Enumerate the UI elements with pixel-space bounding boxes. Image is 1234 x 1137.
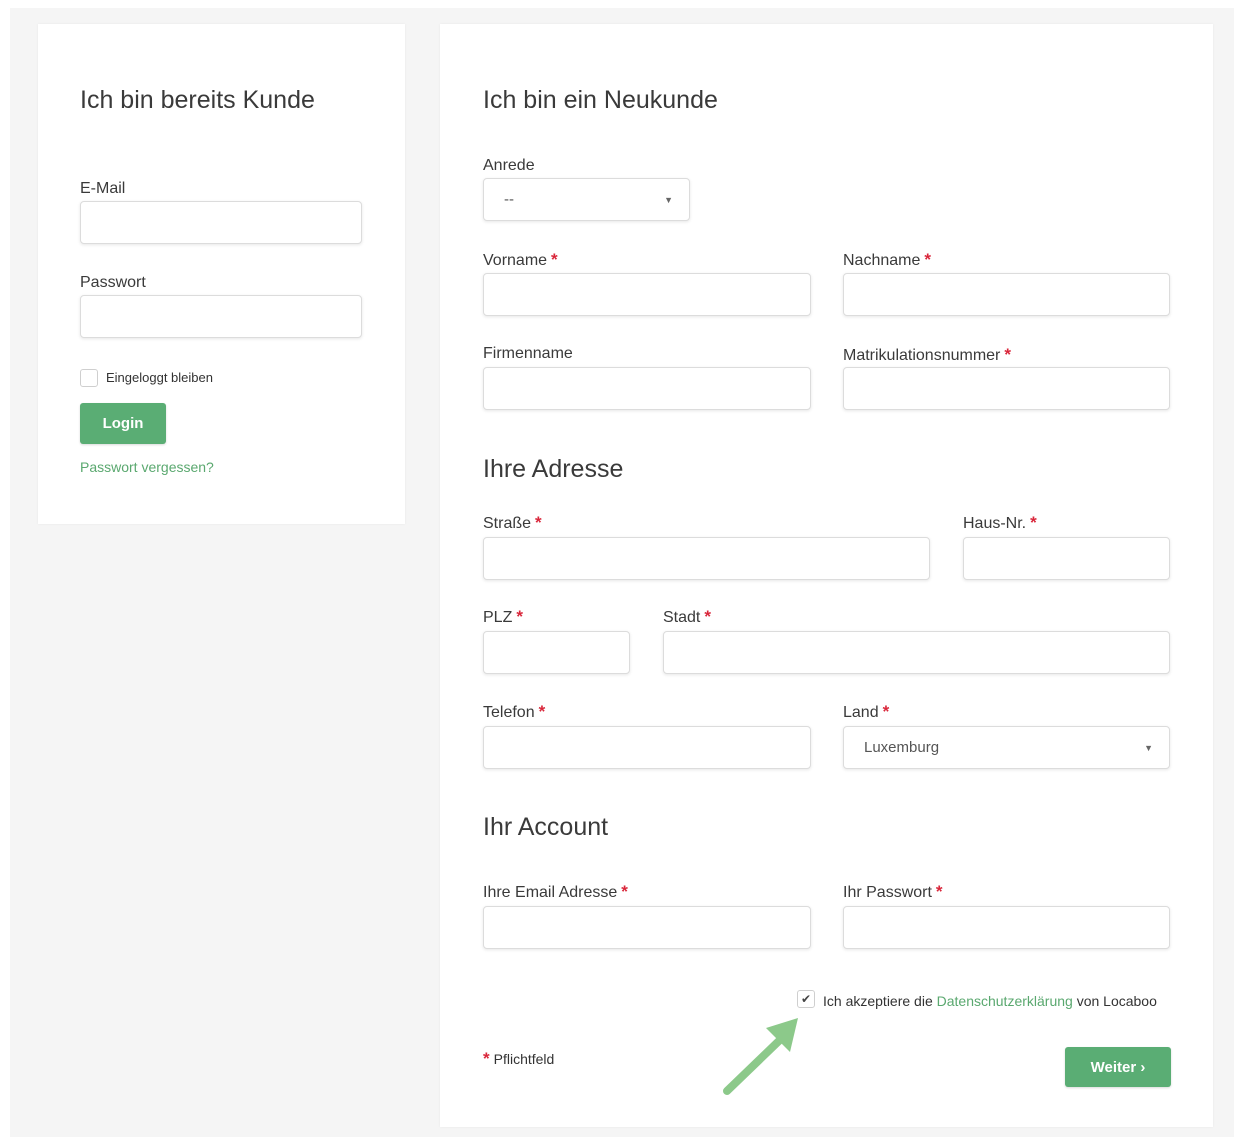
privacy-text: Ich akzeptiere die Datenschutzerklärung …: [823, 993, 1157, 1009]
land-value: Luxemburg: [864, 739, 940, 756]
account-password-input[interactable]: [843, 906, 1170, 949]
required-mark: *: [483, 1049, 490, 1068]
required-mark: *: [551, 250, 558, 269]
anrede-label: Anrede: [483, 157, 535, 174]
hausnr-label: Haus-Nr. *: [963, 513, 1037, 532]
nachname-label: Nachname *: [843, 250, 931, 269]
anrede-value: --: [504, 191, 514, 208]
login-password-input[interactable]: [80, 295, 362, 338]
checkmark-icon: ✔: [800, 992, 812, 1006]
login-email-input[interactable]: [80, 201, 362, 244]
caret-down-icon: ▼: [1144, 742, 1153, 753]
required-mark: *: [935, 882, 943, 901]
privacy-checkbox[interactable]: ✔: [797, 990, 815, 1008]
anrede-select[interactable]: -- ▼: [483, 178, 690, 221]
required-mark: *: [516, 607, 523, 626]
email-label: E-Mail: [80, 180, 126, 197]
required-mark: *: [535, 513, 542, 532]
matrikel-label: Matrikulationsnummer *: [843, 345, 1012, 364]
required-mark: *: [621, 882, 628, 901]
stadt-input[interactable]: [663, 631, 1170, 674]
password-label: Passwort: [80, 274, 146, 291]
nachname-input[interactable]: [843, 273, 1170, 316]
telefon-label: Telefon *: [483, 702, 546, 721]
required-note: * Pflichtfeld: [483, 1049, 555, 1068]
account-password-label: Ihr Passwort *: [843, 882, 943, 901]
privacy-policy-link[interactable]: Datenschutzerklärung: [937, 993, 1073, 1009]
account-email-input[interactable]: [483, 906, 811, 949]
arrow-icon: [723, 1018, 798, 1095]
required-mark: *: [924, 250, 931, 269]
required-mark: *: [882, 702, 890, 721]
caret-down-icon: ▼: [664, 194, 673, 205]
account-title: Ihr Account: [483, 813, 609, 841]
forgot-password-link[interactable]: Passwort vergessen?: [80, 459, 214, 475]
firmenname-input[interactable]: [483, 367, 811, 410]
remember-checkbox[interactable]: [80, 369, 98, 387]
plz-label: PLZ *: [483, 607, 523, 626]
weiter-button[interactable]: Weiter ›: [1065, 1047, 1171, 1087]
required-mark: *: [1030, 513, 1037, 532]
login-title: Ich bin bereits Kunde: [80, 86, 315, 114]
required-mark: *: [704, 607, 711, 626]
vorname-input[interactable]: [483, 273, 811, 316]
hausnr-input[interactable]: [963, 537, 1170, 580]
account-email-label: Ihre Email Adresse *: [483, 882, 628, 901]
address-title: Ihre Adresse: [483, 455, 624, 483]
required-mark: *: [1004, 345, 1012, 364]
matrikel-input[interactable]: [843, 367, 1170, 410]
land-label: Land *: [843, 702, 890, 721]
login-button[interactable]: Login: [80, 403, 166, 444]
land-select[interactable]: Luxemburg ▼: [843, 726, 1170, 769]
vorname-label: Vorname *: [483, 250, 558, 269]
remember-label: Eingeloggt bleiben: [106, 370, 213, 385]
strasse-input[interactable]: [483, 537, 930, 580]
telefon-input[interactable]: [483, 726, 811, 769]
plz-input[interactable]: [483, 631, 630, 674]
register-title: Ich bin ein Neukunde: [483, 86, 718, 114]
strasse-label: Straße *: [483, 513, 542, 532]
firmenname-label: Firmenname: [483, 345, 573, 362]
required-mark: *: [538, 702, 546, 721]
stadt-label: Stadt *: [663, 607, 711, 626]
